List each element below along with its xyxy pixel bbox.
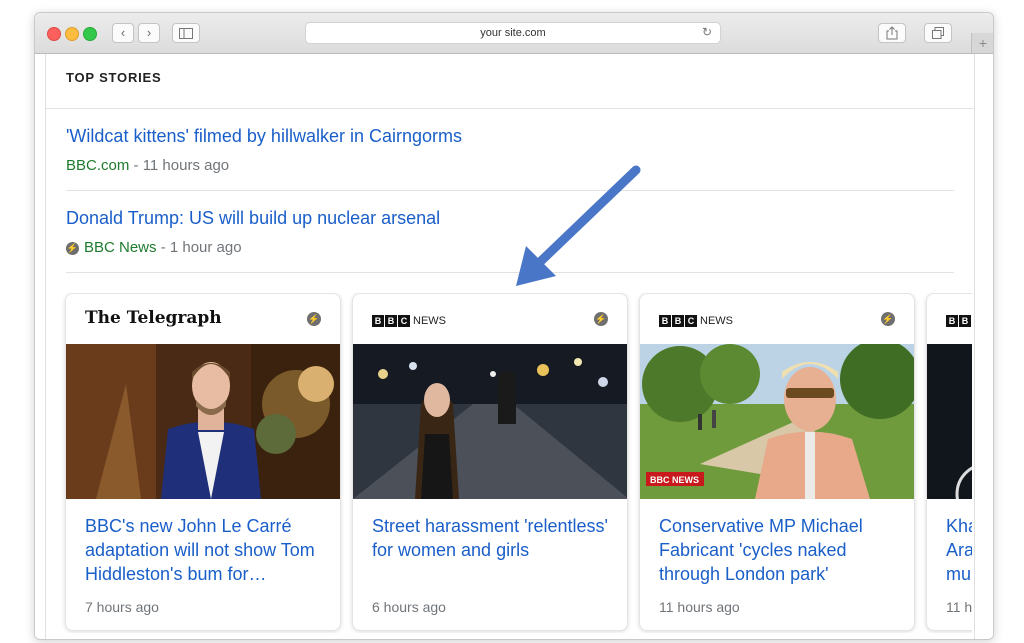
story-source: BBC.com (66, 157, 130, 174)
share-button[interactable] (878, 23, 906, 43)
close-window-button[interactable] (47, 27, 61, 41)
story-item: Donald Trump: US will build up nuclear a… (66, 208, 440, 256)
plus-icon: + (978, 35, 988, 51)
story-meta: ⚡ BBC News - 1 hour ago (66, 239, 440, 256)
news-card[interactable]: B B C NEWS ⚡ (639, 293, 915, 631)
card-image (353, 344, 627, 499)
card-image (927, 344, 972, 499)
news-card[interactable]: The Telegraph ⚡ BBC's new John Le Carré … (65, 293, 341, 631)
card-headline[interactable]: Khan Arab mur (946, 514, 972, 586)
page-content: TOP STORIES 'Wildcat kittens' filmed by … (35, 54, 993, 639)
top-stories-panel: TOP STORIES 'Wildcat kittens' filmed by … (45, 54, 975, 639)
bbc-news-watermark: BBC NEWS (650, 475, 699, 485)
story-time: - 11 hours ago (129, 157, 230, 174)
divider (46, 108, 974, 109)
amp-bolt-icon: ⚡ (594, 312, 608, 326)
amp-bolt-icon: ⚡ (307, 312, 321, 326)
address-bar[interactable]: your site.com ↻ (305, 22, 721, 44)
minimize-window-button[interactable] (65, 27, 79, 41)
news-card[interactable]: B B C NEWS ⚡ (352, 293, 628, 631)
chevron-right-icon: › (146, 25, 152, 40)
back-button[interactable]: ‹ (112, 23, 134, 43)
tabs-overview-button[interactable] (924, 23, 952, 43)
tabs-icon (932, 27, 944, 39)
story-link[interactable]: 'Wildcat kittens' filmed by hillwalker i… (66, 126, 462, 147)
publisher-logo: B B C NEWS (659, 312, 733, 334)
story-time: - 1 hour ago (156, 239, 242, 256)
card-time: 7 hours ago (85, 599, 159, 615)
story-link[interactable]: Donald Trump: US will build up nuclear a… (66, 208, 440, 229)
publisher-logo: BBC (946, 312, 972, 334)
amp-bolt-icon: ⚡ (881, 312, 895, 326)
publisher-logo: The Telegraph (85, 308, 222, 330)
amp-bolt-icon: ⚡ (66, 242, 79, 255)
news-card[interactable]: BBC Khan Arab mur 11 ho (926, 293, 972, 631)
publisher-logo: B B C NEWS (372, 312, 446, 334)
card-headline[interactable]: Street harassment 'relentless' for women… (372, 514, 612, 562)
publisher-name: NEWS (413, 314, 446, 327)
divider (66, 190, 954, 191)
divider (66, 272, 954, 273)
share-icon (886, 26, 898, 40)
card-time: 11 ho (946, 599, 972, 615)
chevron-left-icon: ‹ (120, 25, 126, 40)
story-meta: BBC.com - 11 hours ago (66, 157, 462, 174)
sidebar-button[interactable] (172, 23, 200, 43)
news-carousel: The Telegraph ⚡ BBC's new John Le Carré … (46, 293, 972, 633)
card-image: BBC NEWS (640, 344, 914, 499)
browser-toolbar: ‹ › your site.com ↻ + (35, 13, 993, 54)
publisher-name: The Telegraph (85, 308, 222, 328)
section-title: TOP STORIES (66, 70, 162, 85)
browser-window: ‹ › your site.com ↻ + TOP STORIES 'Wildc… (34, 12, 994, 640)
publisher-name: NEWS (700, 314, 733, 327)
url-text: your site.com (480, 27, 546, 39)
new-tab-button[interactable]: + (971, 33, 993, 53)
card-headline[interactable]: BBC's new John Le Carré adaptation will … (85, 514, 325, 586)
story-source: BBC News (84, 239, 157, 256)
zoom-window-button[interactable] (83, 27, 97, 41)
story-item: 'Wildcat kittens' filmed by hillwalker i… (66, 126, 462, 174)
card-time: 11 hours ago (659, 599, 740, 615)
forward-button[interactable]: › (138, 23, 160, 43)
card-headline[interactable]: Conservative MP Michael Fabricant 'cycle… (659, 514, 899, 586)
reload-icon[interactable]: ↻ (702, 25, 712, 39)
sidebar-icon (179, 28, 193, 39)
card-image (66, 344, 340, 499)
card-time: 6 hours ago (372, 599, 446, 615)
